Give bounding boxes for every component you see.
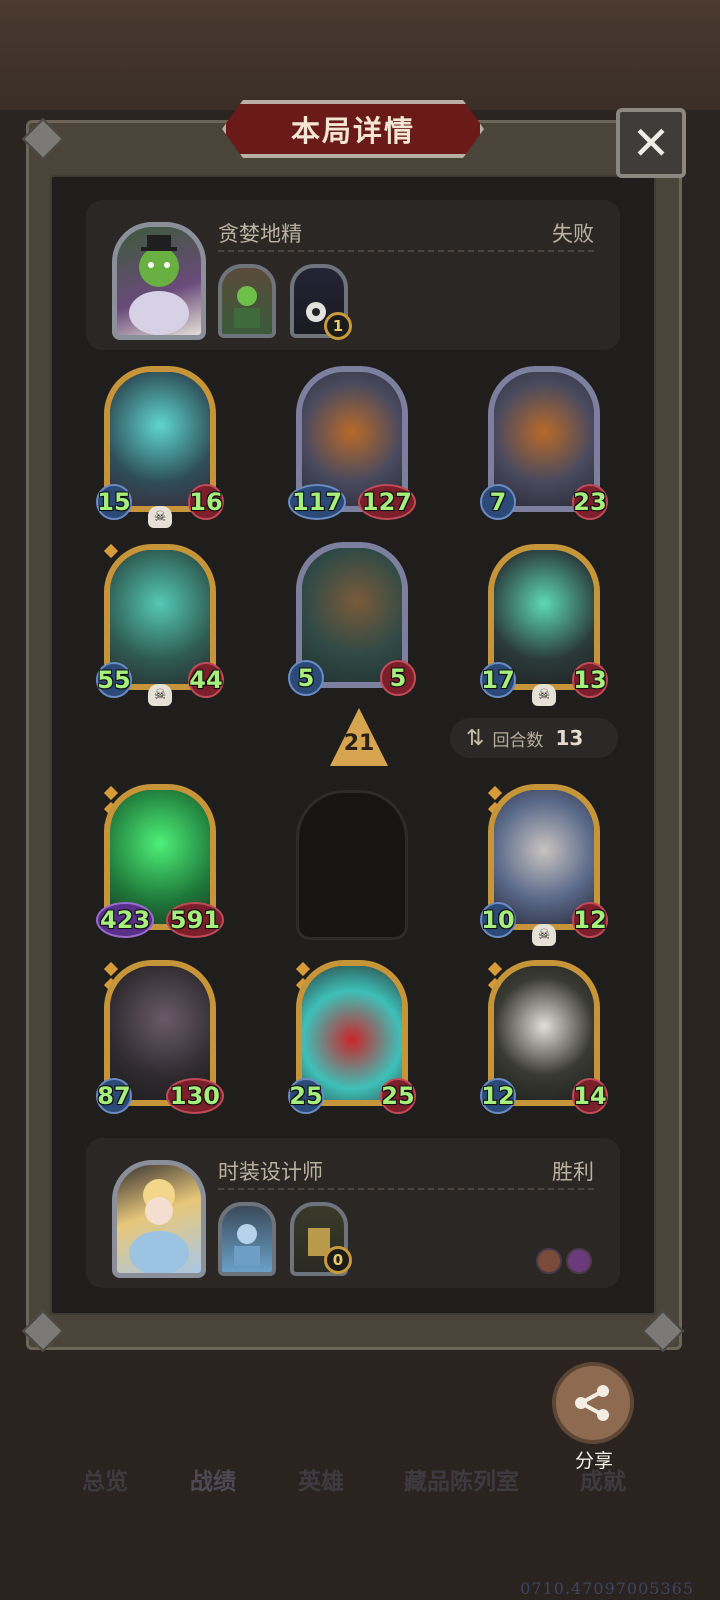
player-unit-3[interactable]: 87 130 xyxy=(96,960,224,1114)
unit-attack: 55 xyxy=(96,662,132,698)
trinket-trophy-icon[interactable] xyxy=(566,1248,592,1274)
opponent-unit-3[interactable]: 7 23 xyxy=(480,366,608,520)
unit-attack: 25 xyxy=(288,1078,324,1114)
player-result: 胜利 xyxy=(552,1160,594,1184)
opponent-hero-item[interactable] xyxy=(218,264,276,338)
unit-attack: 7 xyxy=(480,484,516,520)
opponent-avatar[interactable] xyxy=(112,222,206,340)
trinket-bronze-icon[interactable] xyxy=(536,1248,562,1274)
skull-icon: ☠ xyxy=(532,924,556,946)
round-value: 13 xyxy=(555,726,584,750)
skull-icon: ☠ xyxy=(148,684,172,706)
close-icon: ✕ xyxy=(631,116,671,170)
background-top xyxy=(0,0,720,110)
unit-health: 13 xyxy=(572,662,608,698)
uid-text: 0710.47097005365 xyxy=(520,1579,694,1598)
opponent-relic-count: 1 xyxy=(324,312,352,340)
opponent-unit-1[interactable]: 15 16 ☠ xyxy=(96,366,224,528)
player-avatar[interactable] xyxy=(112,1160,206,1278)
round-label: 回合数 xyxy=(492,730,544,751)
skull-icon: ☠ xyxy=(532,684,556,706)
nav-overview[interactable]: 总览 xyxy=(82,1462,128,1496)
opponent-result: 失败 xyxy=(552,222,594,246)
unit-attack: 117 xyxy=(288,484,347,520)
unit-attack: 12 xyxy=(480,1078,516,1114)
nav-records[interactable]: 战绩 xyxy=(190,1462,236,1496)
unit-health: 14 xyxy=(572,1078,608,1114)
unit-attack: 15 xyxy=(96,484,132,520)
close-button[interactable]: ✕ xyxy=(616,108,686,178)
unit-attack: 5 xyxy=(288,660,324,696)
unit-health: 23 xyxy=(572,484,608,520)
share-label: 分享 xyxy=(574,1450,613,1472)
opponent-unit-5[interactable]: 5 5 xyxy=(288,542,416,696)
refresh-icon: ⇅ xyxy=(466,725,485,751)
player-relic-count: 0 xyxy=(324,1246,352,1274)
player-hero-item[interactable] xyxy=(218,1202,276,1276)
opponent-unit-4[interactable]: 55 44 ☠ xyxy=(96,544,224,706)
opponent-unit-2[interactable]: 117 127 xyxy=(288,366,416,520)
unit-health: 591 xyxy=(165,902,224,938)
skull-icon: ☠ xyxy=(148,506,172,528)
player-name: 时装设计师 xyxy=(218,1160,323,1184)
player-unit-1[interactable]: 423 591 xyxy=(96,784,224,938)
nav-collection[interactable]: 藏品陈列室 xyxy=(404,1462,519,1496)
unit-health: 12 xyxy=(572,902,608,938)
empty-board-slot xyxy=(296,790,408,940)
divider xyxy=(218,1188,594,1190)
unit-attack: 423 xyxy=(96,902,155,938)
unit-health: 130 xyxy=(165,1078,224,1114)
player-unit-4[interactable]: 25 25 xyxy=(288,960,416,1114)
tavern-level: 21 xyxy=(343,731,375,756)
unit-health: 127 xyxy=(357,484,416,520)
unit-health: 16 xyxy=(188,484,224,520)
player-unit-5[interactable]: 12 14 xyxy=(480,960,608,1114)
page-title: 本局详情 xyxy=(290,114,415,148)
unit-health: 5 xyxy=(380,660,416,696)
opponent-card: 贪婪地精 失败 1 xyxy=(86,200,620,350)
title-banner: 本局详情 xyxy=(222,100,484,158)
opponent-unit-6[interactable]: 17 13 ☠ xyxy=(480,544,608,706)
player-unit-2[interactable]: 10 12 ☠ xyxy=(480,784,608,946)
unit-health: 25 xyxy=(380,1078,416,1114)
unit-attack: 17 xyxy=(480,662,516,698)
share-icon xyxy=(575,1385,609,1421)
round-counter: ⇅ 回合数 13 xyxy=(450,718,618,758)
divider xyxy=(218,250,594,252)
unit-attack: 10 xyxy=(480,902,516,938)
unit-attack: 87 xyxy=(96,1078,132,1114)
player-card: 时装设计师 胜利 0 xyxy=(86,1138,620,1288)
share-button[interactable] xyxy=(552,1362,634,1444)
unit-health: 44 xyxy=(188,662,224,698)
opponent-name: 贪婪地精 xyxy=(218,222,302,246)
nav-heroes[interactable]: 英雄 xyxy=(298,1462,344,1496)
